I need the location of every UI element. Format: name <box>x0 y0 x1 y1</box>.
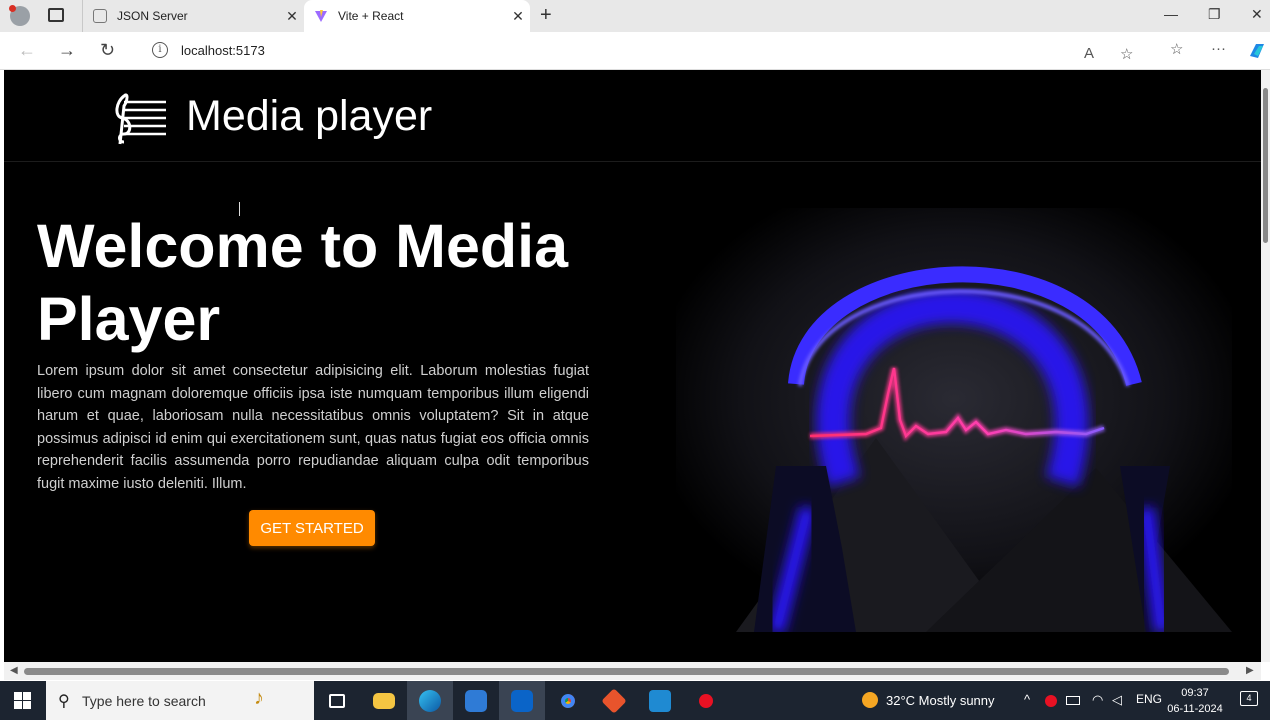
forward-button[interactable]: → <box>58 40 76 61</box>
weather-widget[interactable]: 32°C Mostly sunny <box>862 692 995 708</box>
vertical-scroll-thumb[interactable] <box>1263 88 1268 243</box>
scroll-left-arrow[interactable]: ◀ <box>10 665 18 676</box>
search-icon: ⚲ <box>58 693 70 710</box>
get-started-button[interactable]: GET STARTED <box>249 510 375 546</box>
tab-json-server[interactable]: JSON Server ✕ <box>82 0 304 32</box>
search-placeholder: Type here to search <box>82 693 206 709</box>
hero-title: Welcome to Media Player <box>37 212 569 353</box>
volume-icon[interactable]: ◁ <box>1112 692 1122 708</box>
tab-actions-icon[interactable] <box>48 8 64 22</box>
page-viewport: Media player Welcome to Media Player Lor… <box>4 70 1261 662</box>
tab-title: Vite + React <box>338 9 404 23</box>
windows-start-icon[interactable] <box>14 692 31 709</box>
taskbar-search-box[interactable]: ⚲ Type here to search ♪ <box>46 681 314 720</box>
windows-taskbar: ⚲ Type here to search ♪ 32°C Mostly sunn… <box>0 681 1270 720</box>
vertical-scrollbar[interactable] <box>1261 70 1270 662</box>
headphones-illustration <box>676 208 1232 632</box>
reload-button[interactable]: ↻ <box>100 40 115 61</box>
text-cursor-icon <box>239 202 241 216</box>
page-icon <box>93 9 107 23</box>
minimize-button[interactable]: — <box>1164 6 1178 22</box>
recording-indicator-icon[interactable] <box>1045 695 1057 707</box>
back-button[interactable]: ← <box>18 40 36 61</box>
search-highlight-icon: ♪ <box>254 687 264 709</box>
sun-icon <box>862 692 878 708</box>
site-info-icon[interactable]: i <box>152 42 168 58</box>
music-staff-icon <box>115 93 166 145</box>
favorites-icon[interactable]: ☆ <box>1170 40 1183 58</box>
weather-text: 32°C Mostly sunny <box>886 693 995 708</box>
recording-app-icon[interactable] <box>683 681 729 720</box>
chrome-icon[interactable] <box>545 681 591 720</box>
task-view-icon[interactable] <box>314 681 360 720</box>
new-tab-button[interactable]: + <box>540 4 552 27</box>
vscode-icon[interactable] <box>637 681 683 720</box>
tab-title: JSON Server <box>117 9 188 23</box>
clock-time: 09:37 <box>1181 687 1209 699</box>
vite-logo-icon <box>315 10 327 22</box>
read-aloud-icon[interactable]: A <box>1084 45 1094 62</box>
close-window-button[interactable]: ✕ <box>1251 6 1263 23</box>
system-clock[interactable]: 09:37 06-11-2024 <box>1166 685 1224 717</box>
tab-close-icon[interactable]: ✕ <box>506 8 530 25</box>
site-header: Media player <box>4 70 1261 162</box>
url-text[interactable]: localhost:5173 <box>181 43 265 58</box>
tray-chevron-icon[interactable]: ^ <box>1024 692 1030 707</box>
hero-description: Lorem ipsum dolor sit amet consectetur a… <box>37 363 589 492</box>
edge-browser-icon[interactable] <box>407 681 453 720</box>
more-menu-icon[interactable]: ··· <box>1211 40 1226 57</box>
file-explorer-icon[interactable] <box>361 681 407 720</box>
profile-avatar-icon[interactable] <box>9 5 30 26</box>
browser-tab-bar: JSON Server ✕ Vite + React ✕ + — ❐ ✕ <box>0 0 1270 32</box>
address-bar: ← → ↻ i localhost:5173 A ☆ ☆ ··· <box>0 32 1270 70</box>
battery-icon[interactable] <box>1066 696 1080 705</box>
copilot-icon[interactable] <box>1247 41 1267 61</box>
git-icon[interactable] <box>591 681 637 720</box>
horizontal-scrollbar[interactable]: ◀ ▶ <box>4 662 1261 680</box>
outlook-icon[interactable] <box>499 681 545 720</box>
wifi-icon[interactable]: ◠ <box>1092 692 1103 708</box>
brand-title[interactable]: Media player <box>186 92 432 141</box>
favorite-star-icon[interactable]: ☆ <box>1120 45 1133 63</box>
tab-vite-react[interactable]: Vite + React ✕ <box>304 0 530 32</box>
notification-center-icon[interactable]: 4 <box>1240 691 1258 706</box>
clock-date: 06-11-2024 <box>1167 703 1223 715</box>
url-field[interactable]: i localhost:5173 A ☆ <box>138 36 1150 64</box>
microsoft-store-icon[interactable] <box>453 681 499 720</box>
tab-close-icon[interactable]: ✕ <box>280 8 304 25</box>
scroll-right-arrow[interactable]: ▶ <box>1246 665 1254 676</box>
horizontal-scroll-thumb[interactable] <box>24 668 1229 675</box>
maximize-button[interactable]: ❐ <box>1208 6 1221 23</box>
language-indicator[interactable]: ENG <box>1136 692 1162 706</box>
